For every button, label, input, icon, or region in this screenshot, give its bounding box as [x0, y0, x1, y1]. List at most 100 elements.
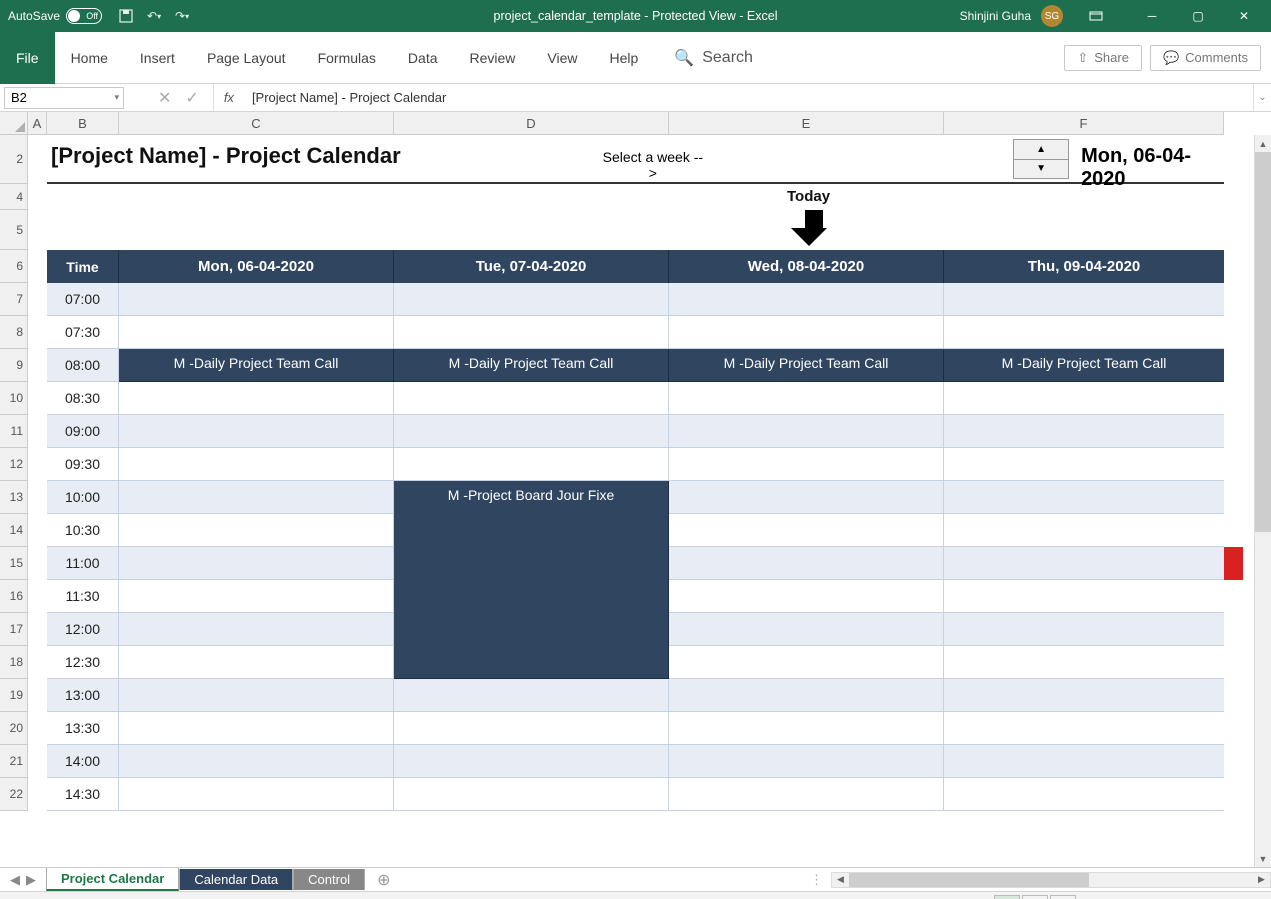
calendar-slot[interactable] — [944, 745, 1224, 778]
col-header-B[interactable]: B — [47, 112, 119, 134]
maximize-icon[interactable]: ▢ — [1175, 0, 1221, 32]
tab-home[interactable]: Home — [55, 32, 124, 84]
vertical-scrollbar[interactable]: ▲ ▼ — [1254, 135, 1271, 867]
row-header[interactable]: 20 — [0, 712, 27, 745]
tab-help[interactable]: Help — [594, 32, 655, 84]
calendar-slot[interactable] — [119, 448, 394, 481]
row-header[interactable]: 22 — [0, 778, 27, 811]
row-header[interactable]: 5 — [0, 210, 27, 250]
horizontal-scrollbar-thumb[interactable] — [849, 873, 1089, 887]
calendar-slot[interactable] — [669, 679, 944, 712]
row-header[interactable]: 13 — [0, 481, 27, 514]
expand-formula-bar-icon[interactable]: ⌄ — [1253, 84, 1271, 111]
calendar-slot[interactable] — [669, 580, 944, 613]
calendar-slot[interactable] — [944, 448, 1224, 481]
calendar-slot[interactable] — [119, 745, 394, 778]
sheet-tab-project-calendar[interactable]: Project Calendar — [46, 868, 179, 891]
col-header-D[interactable]: D — [394, 112, 669, 134]
select-all-triangle[interactable] — [0, 112, 28, 135]
calendar-slot[interactable] — [119, 382, 394, 415]
spinner-up-icon[interactable]: ▲ — [1014, 140, 1068, 160]
row-header[interactable]: 8 — [0, 316, 27, 349]
tab-insert[interactable]: Insert — [124, 32, 191, 84]
calendar-slot[interactable] — [669, 646, 944, 679]
tab-view[interactable]: View — [531, 32, 593, 84]
scroll-right-icon[interactable]: ▶ — [1253, 873, 1270, 887]
calendar-slot[interactable] — [394, 679, 669, 712]
calendar-slot[interactable] — [944, 712, 1224, 745]
calendar-slot[interactable] — [669, 514, 944, 547]
tell-me-search[interactable]: 🔍 Search — [674, 48, 753, 68]
row-header[interactable]: 9 — [0, 349, 27, 382]
row-header[interactable]: 10 — [0, 382, 27, 415]
tab-nav-next-icon[interactable]: ▶ — [26, 872, 36, 888]
sheet-tab-calendar-data[interactable]: Calendar Data — [179, 869, 293, 890]
col-header-F[interactable]: F — [944, 112, 1224, 134]
row-header[interactable]: 14 — [0, 514, 27, 547]
calendar-slot[interactable] — [944, 547, 1224, 580]
row-header[interactable]: 7 — [0, 283, 27, 316]
share-button[interactable]: ⇧Share — [1064, 45, 1142, 71]
add-sheet-icon[interactable]: ⊕ — [365, 870, 402, 890]
calendar-slot[interactable] — [944, 646, 1224, 679]
calendar-slot[interactable] — [944, 316, 1224, 349]
calendar-slot[interactable] — [119, 646, 394, 679]
calendar-slot[interactable] — [119, 778, 394, 811]
user-avatar[interactable]: SG — [1041, 5, 1063, 27]
name-box[interactable]: B2 — [4, 87, 124, 109]
calendar-slot[interactable] — [944, 580, 1224, 613]
calendar-slot[interactable] — [669, 778, 944, 811]
calendar-slot[interactable] — [119, 316, 394, 349]
tab-review[interactable]: Review — [454, 32, 532, 84]
normal-view-icon[interactable]: ▦ — [994, 895, 1020, 899]
calendar-slot[interactable] — [669, 448, 944, 481]
row-header[interactable]: 16 — [0, 580, 27, 613]
calendar-slot[interactable] — [669, 481, 944, 514]
calendar-slot[interactable] — [669, 382, 944, 415]
calendar-slot[interactable] — [119, 415, 394, 448]
formula-input[interactable]: [Project Name] - Project Calendar — [244, 90, 1253, 105]
calendar-slot[interactable] — [944, 613, 1224, 646]
col-header-C[interactable]: C — [119, 112, 394, 134]
calendar-slot[interactable] — [669, 712, 944, 745]
page-break-view-icon[interactable]: ▥ — [1050, 895, 1076, 899]
row-header[interactable]: 21 — [0, 745, 27, 778]
calendar-slot[interactable] — [119, 481, 394, 514]
fx-icon[interactable]: fx — [214, 90, 244, 105]
save-icon[interactable] — [118, 8, 134, 24]
tab-formulas[interactable]: Formulas — [302, 32, 392, 84]
calendar-slot[interactable] — [669, 283, 944, 316]
calendar-slot[interactable] — [119, 514, 394, 547]
row-header[interactable]: 15 — [0, 547, 27, 580]
page-layout-view-icon[interactable]: ▤ — [1022, 895, 1048, 899]
tab-file[interactable]: File — [0, 32, 55, 84]
calendar-slot[interactable] — [944, 283, 1224, 316]
calendar-slot[interactable] — [119, 712, 394, 745]
tab-data[interactable]: Data — [392, 32, 454, 84]
calendar-slot[interactable] — [944, 481, 1224, 514]
row-header[interactable]: 2 — [0, 135, 27, 184]
calendar-slot[interactable] — [669, 415, 944, 448]
calendar-slot[interactable] — [669, 745, 944, 778]
calendar-slot[interactable] — [669, 547, 944, 580]
scroll-up-icon[interactable]: ▲ — [1255, 135, 1271, 152]
calendar-slot[interactable] — [944, 778, 1224, 811]
row-header[interactable]: 17 — [0, 613, 27, 646]
autosave-toggle[interactable]: Off — [66, 8, 102, 24]
tab-page-layout[interactable]: Page Layout — [191, 32, 302, 84]
calendar-slot[interactable] — [669, 316, 944, 349]
calendar-slot[interactable] — [944, 679, 1224, 712]
calendar-slot[interactable] — [394, 382, 669, 415]
col-header-A[interactable]: A — [28, 112, 47, 134]
calendar-slot[interactable] — [119, 679, 394, 712]
calendar-slot[interactable] — [394, 316, 669, 349]
redo-icon[interactable]: ↷▾ — [174, 8, 190, 24]
calendar-slot[interactable] — [119, 547, 394, 580]
col-header-E[interactable]: E — [669, 112, 944, 134]
event-daily-call[interactable]: M -Daily Project Team Call — [944, 349, 1224, 382]
event-daily-call[interactable]: M -Daily Project Team Call — [394, 349, 669, 382]
calendar-slot[interactable] — [119, 613, 394, 646]
accept-formula-icon[interactable]: ✓ — [185, 88, 198, 108]
event-project-board[interactable]: M -Project Board Jour Fixe — [394, 481, 669, 679]
calendar-slot[interactable] — [119, 283, 394, 316]
